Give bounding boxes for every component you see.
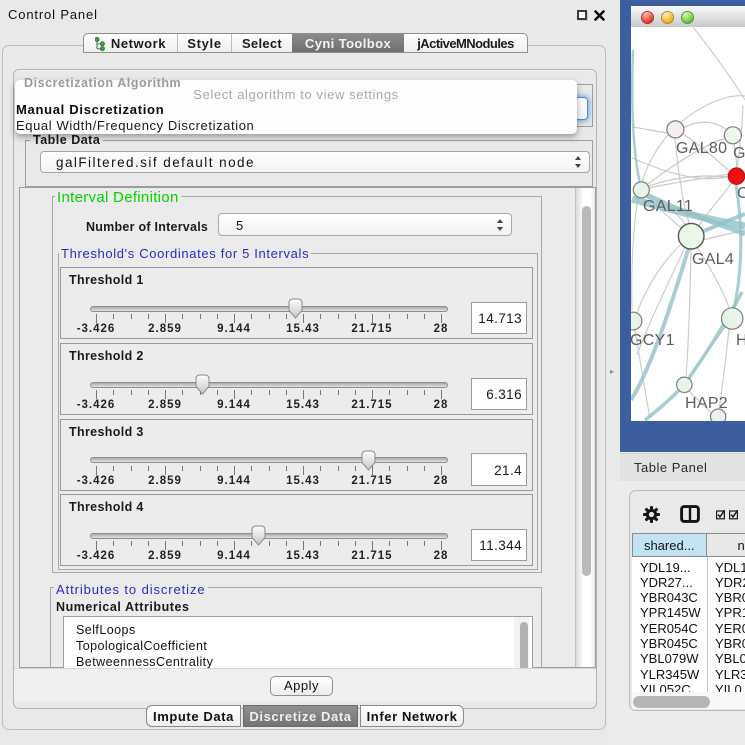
svg-text:GAL80: GAL80	[676, 140, 727, 157]
svg-text:GA: GA	[733, 145, 745, 162]
svg-text:H: H	[736, 332, 745, 349]
svg-text:GCY1: GCY1	[631, 332, 675, 349]
svg-text:HAP2: HAP2	[685, 395, 728, 412]
svg-text:C: C	[737, 185, 745, 202]
svg-text:GAL11: GAL11	[643, 198, 693, 215]
svg-text:GAL4: GAL4	[692, 251, 734, 268]
